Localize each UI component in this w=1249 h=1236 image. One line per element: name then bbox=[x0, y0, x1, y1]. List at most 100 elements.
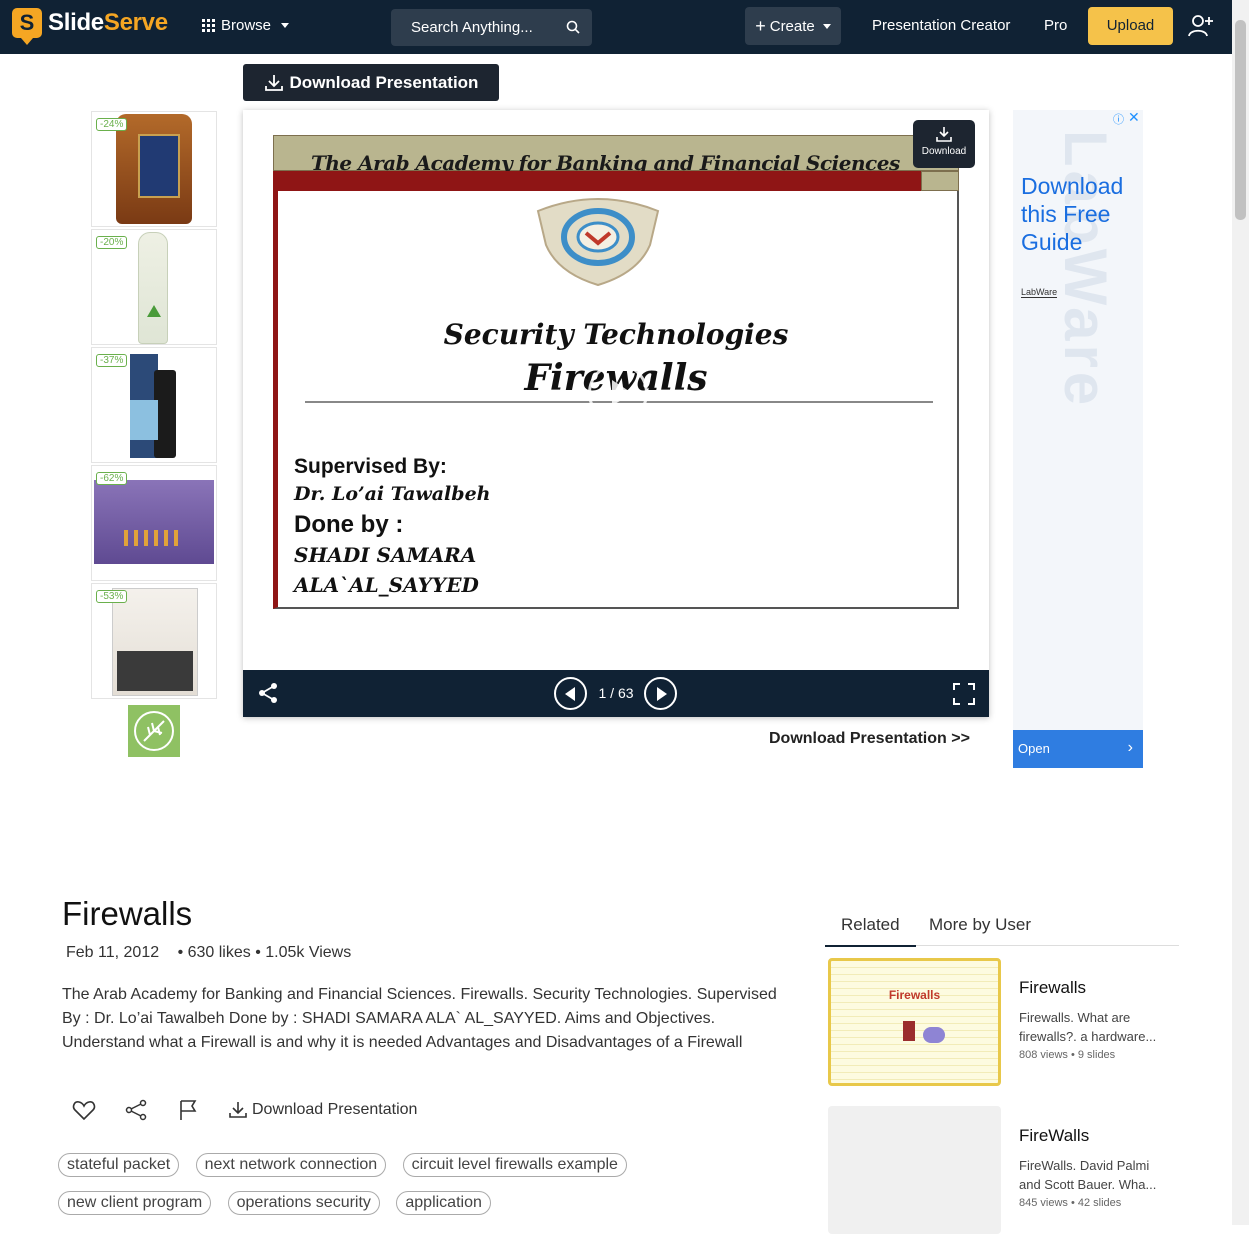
logo-wordmark: SlideServe bbox=[48, 9, 168, 37]
tag-chip[interactable]: operations security bbox=[227, 1191, 380, 1215]
related-title[interactable]: Firewalls bbox=[1019, 978, 1086, 998]
related-description: FireWalls. David Palmi and Scott Bauer. … bbox=[1019, 1158, 1157, 1192]
ad-product[interactable]: -24% bbox=[91, 111, 217, 227]
heart-icon[interactable] bbox=[72, 1098, 96, 1122]
ad-brand: LabWare bbox=[1021, 287, 1058, 298]
create-label: Create bbox=[769, 17, 815, 35]
discount-badge: -20% bbox=[96, 236, 128, 249]
ampoule-box-product-icon bbox=[94, 480, 214, 564]
tag-chip[interactable]: new client program bbox=[58, 1191, 212, 1215]
next-slide-button[interactable] bbox=[644, 677, 677, 710]
search-icon[interactable] bbox=[566, 20, 580, 34]
ad-product[interactable]: -62% bbox=[91, 465, 217, 581]
tag-chip[interactable]: circuit level firewalls example bbox=[402, 1153, 627, 1177]
scrollbar[interactable] bbox=[1232, 0, 1249, 1225]
download-presentation-link[interactable]: Download Presentation >> bbox=[769, 730, 970, 748]
discount-badge: -24% bbox=[96, 118, 128, 131]
share-icon[interactable] bbox=[257, 682, 279, 704]
academy-crest-icon bbox=[536, 198, 660, 287]
discount-badge: -62% bbox=[96, 472, 128, 485]
ad-product[interactable]: -53% bbox=[91, 583, 217, 699]
left-ad-column: -24% -20% -37% -62% -53% bbox=[91, 111, 217, 701]
ad-product[interactable]: -37% bbox=[91, 347, 217, 463]
grid-icon bbox=[202, 19, 215, 32]
presentation-description: The Arab Academy for Banking and Financi… bbox=[62, 986, 777, 1051]
search-input[interactable] bbox=[411, 19, 556, 36]
download-corner-label: Download bbox=[921, 146, 967, 157]
right-ad[interactable]: LabWare Download this Free Guide LabWare… bbox=[1013, 110, 1143, 768]
related-meta: 845 views • 42 slides bbox=[1019, 1197, 1122, 1209]
download-presentation-button[interactable]: Download Presentation bbox=[243, 64, 499, 101]
discount-badge: -53% bbox=[96, 590, 128, 603]
fullscreen-icon[interactable] bbox=[953, 683, 975, 705]
honey-jar-product-icon bbox=[116, 114, 192, 224]
download-icon bbox=[936, 127, 952, 142]
logo-text-slide: Slide bbox=[48, 9, 104, 36]
flag-icon[interactable] bbox=[176, 1098, 200, 1122]
adchoices-icon[interactable]: ⓘ bbox=[1113, 111, 1124, 127]
related-meta: 808 views • 9 slides bbox=[1019, 1049, 1116, 1061]
top-navbar: S SlideServe Browse + Create Presentatio… bbox=[0, 0, 1232, 54]
create-button[interactable]: + Create bbox=[745, 7, 841, 45]
thumbnail-text: Firewalls bbox=[888, 988, 941, 1002]
pro-link[interactable]: Pro bbox=[1044, 17, 1067, 34]
download-presentation-label: Download Presentation bbox=[289, 72, 479, 92]
skincare-set-product-icon bbox=[112, 588, 198, 696]
tab-more-by-user[interactable]: More by User bbox=[929, 915, 1031, 935]
browse-label: Browse bbox=[221, 17, 272, 34]
upload-button[interactable]: Upload bbox=[1088, 7, 1173, 45]
previous-slide-button[interactable] bbox=[554, 677, 587, 710]
download-icon bbox=[264, 74, 283, 91]
serum-bottle-product-icon bbox=[130, 350, 180, 462]
tag-list: stateful packet next network connection … bbox=[58, 1153, 778, 1229]
related-thumbnail[interactable] bbox=[828, 1106, 1001, 1234]
ad-open-button[interactable]: Open › bbox=[1013, 730, 1143, 768]
related-item[interactable]: Firewalls Firewalls Firewalls. What are … bbox=[828, 958, 1178, 1088]
viewer-controls: 1 / 63 bbox=[243, 670, 989, 717]
presentation-creator-link[interactable]: Presentation Creator bbox=[872, 17, 1010, 34]
related-thumbnail[interactable]: Firewalls bbox=[828, 958, 1001, 1086]
slideserve-logo[interactable]: S SlideServe bbox=[12, 8, 168, 45]
related-title[interactable]: FireWalls bbox=[1019, 1126, 1089, 1146]
slide-red-bar bbox=[273, 171, 921, 191]
tag-chip[interactable]: application bbox=[396, 1191, 491, 1215]
ad-title: Download this Free Guide bbox=[1021, 173, 1124, 255]
slide-viewer[interactable]: The Arab Academy for Banking and Financi… bbox=[243, 110, 989, 717]
download-corner-button[interactable]: Download bbox=[913, 120, 975, 168]
add-user-icon[interactable] bbox=[1188, 14, 1214, 38]
slide-header-tab bbox=[921, 171, 959, 191]
action-bar: Download Presentation bbox=[72, 1098, 417, 1122]
presentation-meta: Feb 11, 2012 • 630 likes • 1.05k Views bbox=[66, 944, 351, 962]
chevron-down-icon bbox=[281, 23, 290, 28]
scrollbar-thumb[interactable] bbox=[1235, 20, 1246, 220]
firewall-icon bbox=[903, 1021, 915, 1041]
download-action-label: Download Presentation bbox=[252, 1101, 418, 1118]
page-counter: 1 / 63 bbox=[598, 685, 634, 701]
tag-chip[interactable]: next network connection bbox=[195, 1153, 387, 1177]
ad-product[interactable]: -20% bbox=[91, 229, 217, 345]
supervised-label: Supervised By: bbox=[294, 455, 447, 478]
author-name: ALA`AL_SAYYED bbox=[294, 573, 479, 597]
author-name: SHADI SAMARA bbox=[294, 543, 477, 567]
discount-badge: -37% bbox=[96, 354, 128, 367]
related-description: Firewalls. What are firewalls?. a hardwa… bbox=[1019, 1010, 1157, 1044]
publish-date: Feb 11, 2012 bbox=[66, 944, 160, 961]
close-icon[interactable]: ✕ bbox=[1128, 109, 1140, 126]
tag-chip[interactable]: stateful packet bbox=[58, 1153, 180, 1177]
related-item[interactable]: FireWalls FireWalls. David Palmi and Sco… bbox=[828, 1106, 1178, 1236]
tab-related[interactable]: Related bbox=[825, 915, 916, 947]
download-presentation-action[interactable]: Download Presentation bbox=[228, 1101, 417, 1119]
search-box[interactable] bbox=[391, 9, 592, 46]
share-icon[interactable] bbox=[124, 1098, 148, 1122]
play-icon[interactable] bbox=[588, 363, 648, 423]
logo-badge: S bbox=[12, 8, 42, 45]
tube-product-icon bbox=[138, 232, 168, 344]
download-icon bbox=[229, 1102, 247, 1118]
slide-image: The Arab Academy for Banking and Financi… bbox=[273, 135, 959, 609]
plus-icon: + bbox=[755, 16, 766, 36]
browse-menu[interactable]: Browse bbox=[202, 17, 290, 34]
leaf-logo-icon[interactable] bbox=[128, 705, 180, 757]
supervisor-name: Dr. Lo’ai Tawalbeh bbox=[294, 483, 491, 505]
chevron-right-icon: › bbox=[1127, 739, 1133, 756]
presentation-stats: • 630 likes • 1.05k Views bbox=[177, 944, 352, 961]
